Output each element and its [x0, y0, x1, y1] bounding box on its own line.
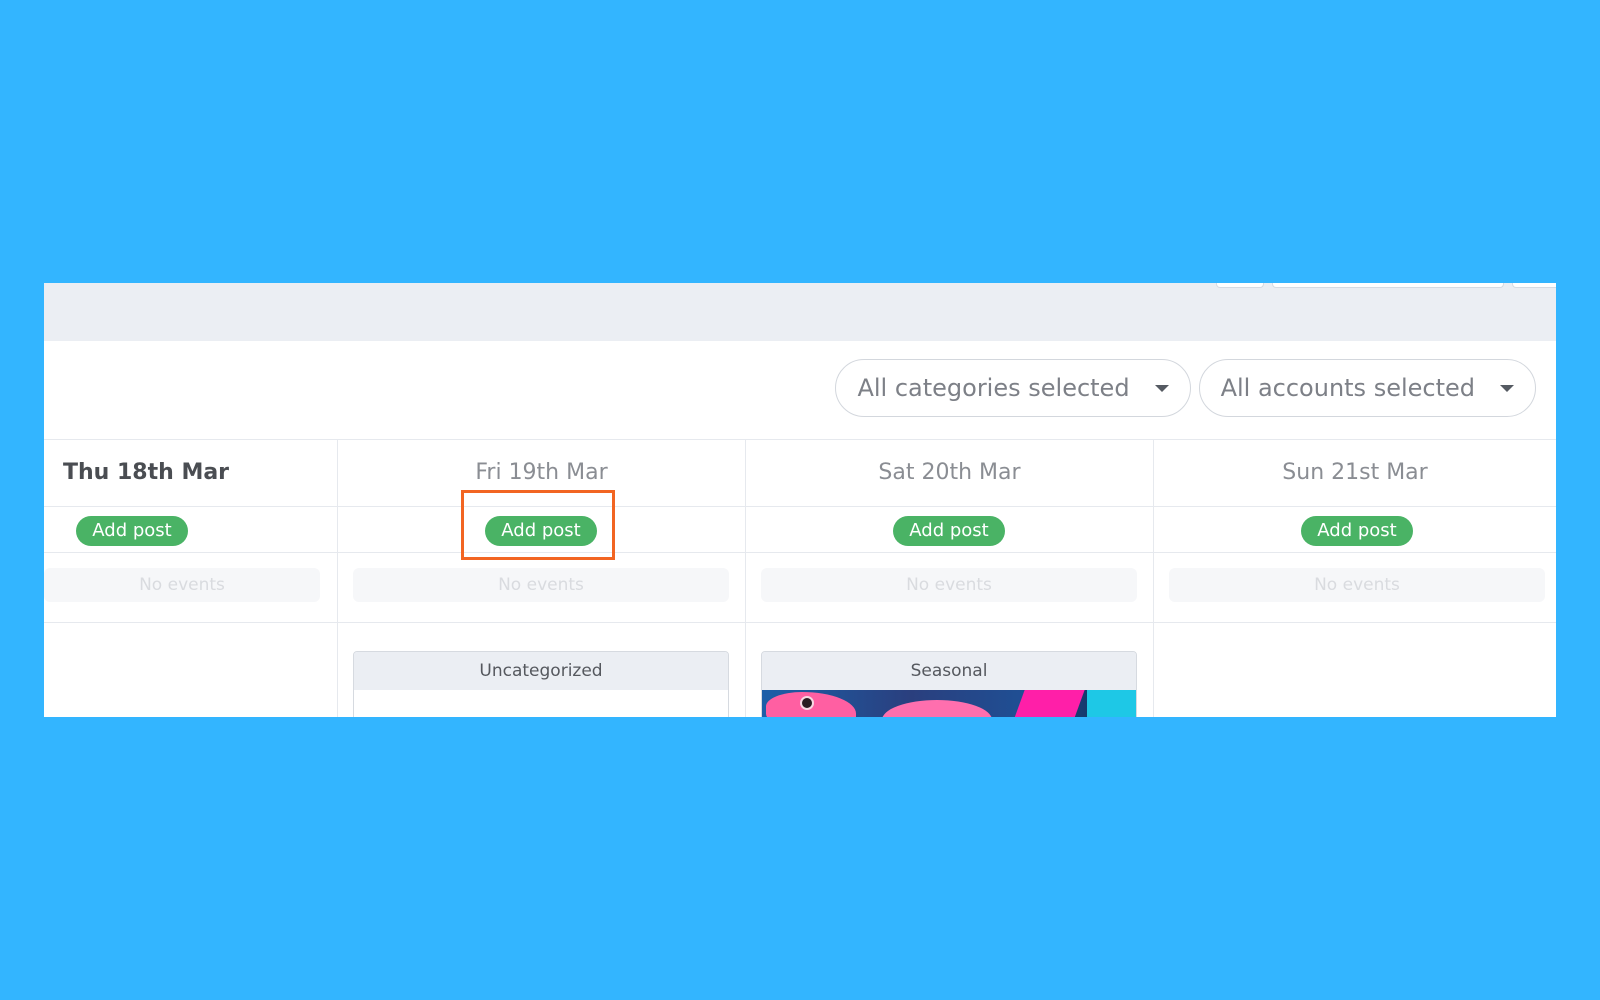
- categories-dropdown[interactable]: All categories selected: [835, 359, 1191, 417]
- day-column-fri: Fri 19th Mar Add post No events Uncatego…: [337, 440, 745, 717]
- toolbar-button[interactable]: [1216, 283, 1264, 288]
- post-card-category: Seasonal: [762, 652, 1136, 690]
- top-toolbar: [44, 283, 1556, 341]
- toolbar-button[interactable]: [1272, 283, 1504, 288]
- add-post-button[interactable]: Add post: [1301, 516, 1413, 546]
- no-events-placeholder: No events: [44, 568, 320, 602]
- day-title: Sun 21st Mar: [1282, 460, 1428, 485]
- accounts-dropdown-label: All accounts selected: [1220, 374, 1475, 402]
- chevron-down-icon: [1154, 385, 1169, 392]
- post-card-category: Uncategorized: [354, 652, 728, 690]
- add-post-button[interactable]: Add post: [76, 516, 188, 546]
- day-title: Fri 19th Mar: [475, 460, 608, 485]
- no-events-placeholder: No events: [353, 568, 729, 602]
- week-calendar-grid: Thu 18th Mar Add post No events Fri 19th…: [44, 439, 1556, 717]
- filter-bar: All categories selected All accounts sel…: [835, 359, 1536, 419]
- add-post-button[interactable]: Add post: [893, 516, 1005, 546]
- add-post-button[interactable]: Add post: [485, 516, 597, 546]
- categories-dropdown-label: All categories selected: [857, 374, 1130, 402]
- no-events-placeholder: No events: [761, 568, 1137, 602]
- day-column-thu: Thu 18th Mar Add post No events: [44, 440, 337, 717]
- post-card[interactable]: Uncategorized: [353, 651, 729, 717]
- toolbar-button[interactable]: [1512, 283, 1556, 288]
- day-title: Sat 20th Mar: [878, 460, 1021, 485]
- day-title: Thu 18th Mar: [63, 460, 230, 485]
- calendar-screenshot: All categories selected All accounts sel…: [44, 283, 1556, 717]
- accounts-dropdown[interactable]: All accounts selected: [1198, 359, 1536, 417]
- post-card-image: [762, 690, 1136, 717]
- post-card[interactable]: Seasonal: [761, 651, 1137, 717]
- chevron-down-icon: [1500, 385, 1514, 392]
- no-events-placeholder: No events: [1169, 568, 1545, 602]
- day-column-sun: Sun 21st Mar Add post No events: [1153, 440, 1556, 717]
- day-column-sat: Sat 20th Mar Add post No events Seasonal: [745, 440, 1153, 717]
